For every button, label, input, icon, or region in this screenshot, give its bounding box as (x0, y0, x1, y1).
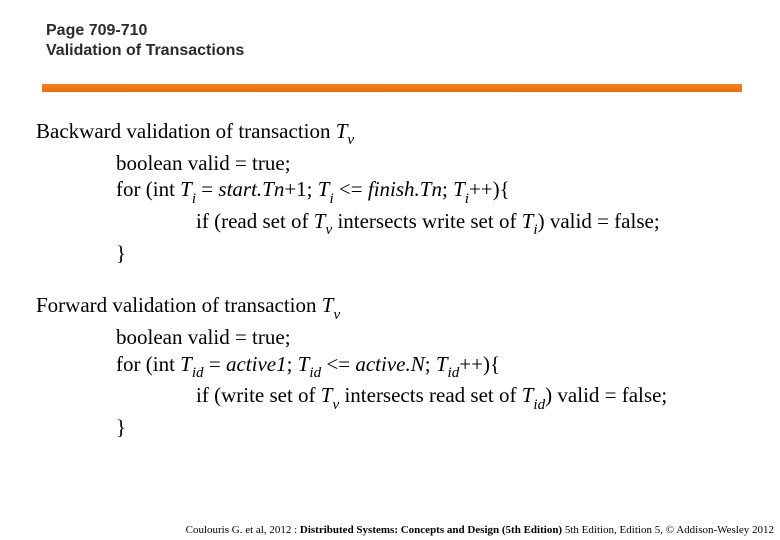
footer-bold: Distributed Systems: Concepts and Design… (300, 524, 565, 536)
text: Backward validation of transaction (36, 119, 336, 143)
code-line: boolean valid = true; (36, 150, 756, 177)
code-line: for (int Ti = start.Tn+1; Ti <= finish.T… (36, 176, 756, 208)
var-T: T (318, 177, 330, 201)
backward-validation-block: Backward validation of transaction Tv bo… (36, 118, 756, 266)
text: ) valid = false; (545, 383, 667, 407)
text: ; (287, 352, 298, 376)
citation-footer: Coulouris G. et al, 2012 : Distributed S… (186, 524, 774, 536)
text: if (read set of (196, 209, 314, 233)
text: = (204, 352, 226, 376)
code-line: if (write set of Tv intersects read set … (36, 382, 756, 414)
sub-id: id (309, 365, 321, 381)
text: for (int (116, 352, 180, 376)
var-startTn: start.Tn (218, 177, 284, 201)
code-line: } (36, 240, 756, 267)
slide-content: Backward validation of transaction Tv bo… (36, 118, 756, 467)
code-line: boolean valid = true; (36, 324, 756, 351)
var-T: T (522, 383, 534, 407)
code-line: for (int Tid = active1; Tid <= active.N;… (36, 351, 756, 383)
text: ) valid = false; (538, 209, 660, 233)
footer-post: 5th Edition, Edition 5, © Addison-Wesley… (565, 524, 774, 536)
var-T: T (522, 209, 534, 233)
title-underline-bar (42, 84, 742, 92)
slide-header: Page 709-710 Validation of Transactions (0, 0, 780, 60)
slide-title: Validation of Transactions (46, 42, 780, 60)
text: ; (425, 352, 436, 376)
forward-title-line: Forward validation of transaction Tv (36, 292, 756, 324)
text: if (write set of (196, 383, 321, 407)
sub-i: i (329, 191, 333, 207)
footer-pre: Coulouris G. et al, 2012 : (186, 524, 300, 536)
var-T: T (180, 177, 192, 201)
sub-v: v (333, 307, 340, 323)
backward-title-line: Backward validation of transaction Tv (36, 118, 756, 150)
text: <= (321, 352, 355, 376)
code-line: if (read set of Tv intersects write set … (36, 208, 756, 240)
var-T: T (336, 119, 348, 143)
var-T: T (321, 383, 333, 407)
text: ++){ (459, 352, 500, 376)
sub-v: v (325, 222, 332, 238)
forward-validation-block: Forward validation of transaction Tv boo… (36, 292, 756, 440)
text: Forward validation of transaction (36, 293, 322, 317)
var-T: T (453, 177, 465, 201)
text: intersects read set of (339, 383, 522, 407)
text: ++){ (469, 177, 510, 201)
var-active1: active1 (226, 352, 287, 376)
text: intersects write set of (332, 209, 522, 233)
text: +1; (284, 177, 317, 201)
sub-id: id (192, 365, 204, 381)
var-T: T (298, 352, 310, 376)
var-T: T (314, 209, 326, 233)
var-T: T (180, 352, 192, 376)
sub-v: v (347, 132, 354, 148)
text: ; (442, 177, 453, 201)
text: for (int (116, 177, 180, 201)
sub-id: id (533, 397, 545, 413)
text: = (196, 177, 218, 201)
sub-v: v (332, 397, 339, 413)
var-T: T (436, 352, 448, 376)
code-line: } (36, 414, 756, 441)
page-range: Page 709-710 (46, 22, 780, 40)
var-finishTn: finish.Tn (368, 177, 442, 201)
sub-i: i (465, 191, 469, 207)
var-activeN: active.N (355, 352, 424, 376)
sub-i: i (192, 191, 196, 207)
var-T: T (322, 293, 334, 317)
sub-i: i (533, 222, 537, 238)
text: <= (334, 177, 368, 201)
sub-id: id (448, 365, 460, 381)
